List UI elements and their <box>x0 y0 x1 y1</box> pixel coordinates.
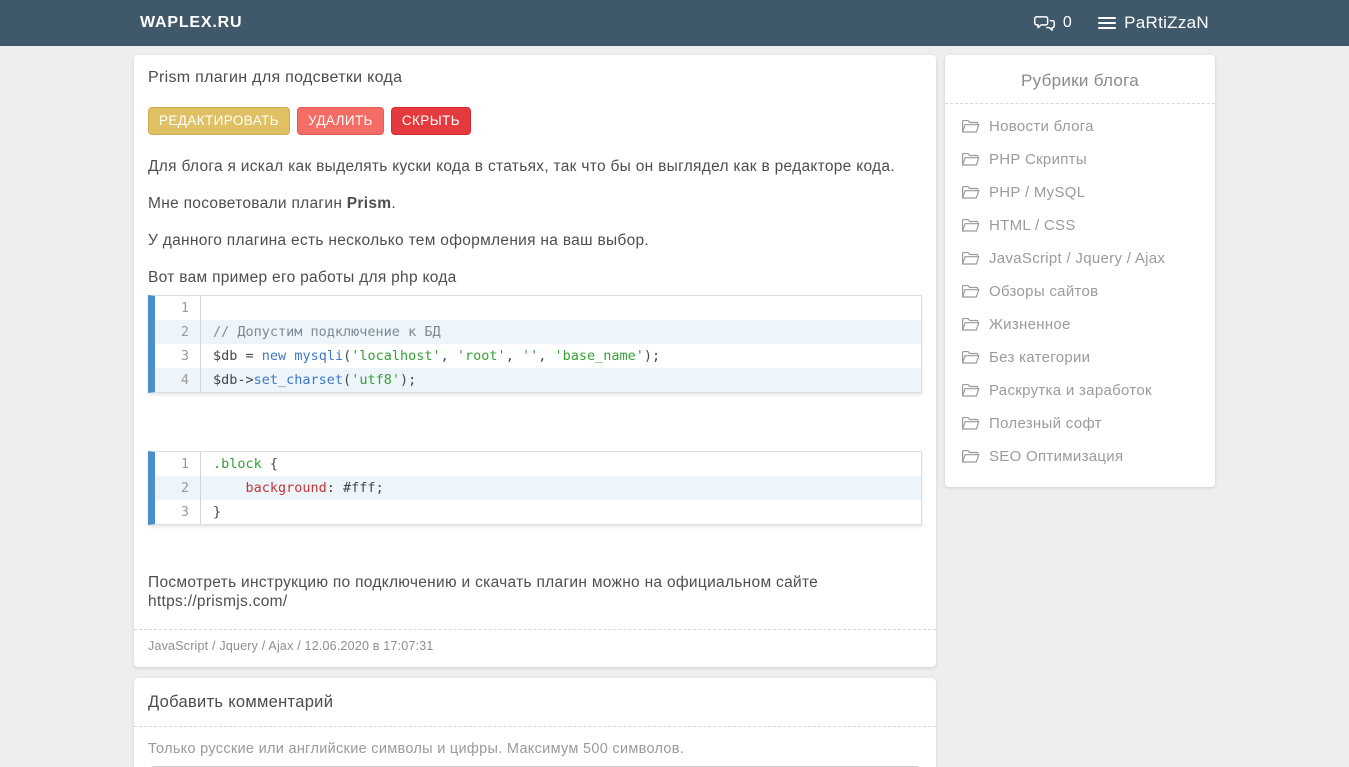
edit-button[interactable]: РЕДАКТИРОВАТЬ <box>148 107 290 135</box>
sidebar-category-item[interactable]: PHP / MySQL <box>961 176 1199 209</box>
line-number: 4 <box>155 368 201 392</box>
site-logo[interactable]: WAPLEX.RU <box>140 14 242 32</box>
post-meta: JavaScript / Jquery / Ajax / 12.06.2020 … <box>148 630 922 659</box>
prism-bold-text: Prism <box>347 195 392 212</box>
line-number: 2 <box>155 476 201 500</box>
line-number: 1 <box>155 296 201 320</box>
delete-button[interactable]: УДАЛИТЬ <box>297 107 384 135</box>
line-number: 1 <box>155 452 201 476</box>
sidebar-category-item[interactable]: JavaScript / Jquery / Ajax <box>961 242 1199 275</box>
folder-icon <box>961 350 980 365</box>
code-line: 3} <box>155 500 921 524</box>
category-label: Обзоры сайтов <box>989 283 1098 300</box>
code-line: 2 background: #fff; <box>155 476 921 500</box>
post-body: Для блога я искал как выделять куски код… <box>148 157 922 611</box>
php-code-block: 12// Допустим подключение к БД3$db = new… <box>148 295 922 393</box>
post-paragraph: Мне посоветовали плагин Prism. <box>148 194 922 213</box>
sidebar-category-item[interactable]: Полезный софт <box>961 407 1199 440</box>
sidebar-column: Рубрики блога Новости блога PHP Скрипты PH… <box>945 55 1215 487</box>
code-text: // Допустим подключение к БД <box>201 320 441 344</box>
code-text: } <box>201 500 221 524</box>
user-menu[interactable]: PaRtiZzaN <box>1098 13 1209 33</box>
category-label: Раскрутка и заработок <box>989 382 1152 399</box>
sidebar-category-item[interactable]: SEO Оптимизация <box>961 440 1199 473</box>
sidebar-category-list: Новости блога PHP Скрипты PHP / MySQL HTML … <box>961 104 1199 473</box>
username: PaRtiZzaN <box>1124 13 1209 33</box>
folder-icon <box>961 251 980 266</box>
line-number: 3 <box>155 344 201 368</box>
code-line: 1.block { <box>155 452 921 476</box>
post-paragraph: Для блога я искал как выделять куски код… <box>148 157 922 176</box>
code-text <box>201 296 213 320</box>
code-line: 3$db = new mysqli('localhost', 'root', '… <box>155 344 921 368</box>
navbar-right: 0 PaRtiZzaN <box>1034 13 1209 33</box>
code-text: .block { <box>201 452 278 476</box>
folder-icon <box>961 185 980 200</box>
code-line: 2// Допустим подключение к БД <box>155 320 921 344</box>
folder-icon <box>961 449 980 464</box>
sidebar-category-item[interactable]: PHP Скрипты <box>961 143 1199 176</box>
navbar: WAPLEX.RU 0 PaRtiZzaN <box>0 0 1349 46</box>
comments-count: 0 <box>1063 14 1072 32</box>
post-actions: РЕДАКТИРОВАТЬ УДАЛИТЬ СКРЫТЬ <box>148 107 922 135</box>
folder-icon <box>961 152 980 167</box>
main-column: Prism плагин для подсветки кода РЕДАКТИР… <box>134 55 936 767</box>
page-content: Prism плагин для подсветки кода РЕДАКТИР… <box>134 55 1215 767</box>
folder-icon <box>961 119 980 134</box>
code-text: background: #fff; <box>201 476 384 500</box>
chat-bubbles-icon <box>1034 14 1056 33</box>
sidebar-category-item[interactable]: Без категории <box>961 341 1199 374</box>
category-label: Полезный софт <box>989 415 1102 432</box>
code-line: 1 <box>155 296 921 320</box>
line-number: 2 <box>155 320 201 344</box>
sidebar-category-item[interactable]: Новости блога <box>961 110 1199 143</box>
category-label: PHP Скрипты <box>989 151 1087 168</box>
category-label: Жизненное <box>989 316 1071 333</box>
sidebar-category-item[interactable]: HTML / CSS <box>961 209 1199 242</box>
category-label: PHP / MySQL <box>989 184 1085 201</box>
post-title: Prism плагин для подсветки кода <box>148 69 922 87</box>
code-text: $db->set_charset('utf8'); <box>201 368 416 392</box>
sidebar-category-item[interactable]: Раскрутка и заработок <box>961 374 1199 407</box>
post-paragraph: Вот вам пример его работы для php кода <box>148 268 922 287</box>
category-label: JavaScript / Jquery / Ajax <box>989 250 1165 267</box>
post-paragraph: У данного плагина есть несколько тем офо… <box>148 231 922 250</box>
sidebar-title: Рубрики блога <box>961 71 1199 91</box>
category-label: SEO Оптимизация <box>989 448 1123 465</box>
hamburger-icon <box>1098 14 1116 32</box>
code-line: 4$db->set_charset('utf8'); <box>155 368 921 392</box>
comment-form-title: Добавить комментарий <box>148 693 922 712</box>
sidebar-category-item[interactable]: Обзоры сайтов <box>961 275 1199 308</box>
category-label: Новости блога <box>989 118 1094 135</box>
blog-categories-card: Рубрики блога Новости блога PHP Скрипты PH… <box>945 55 1215 487</box>
comment-hint: Только русские или английские символы и … <box>148 741 922 757</box>
css-code-block: 1.block {2 background: #fff;3} <box>148 451 922 525</box>
comment-form-card: Добавить комментарий Только русские или … <box>134 678 936 767</box>
code-text: $db = new mysqli('localhost', 'root', ''… <box>201 344 660 368</box>
category-label: HTML / CSS <box>989 217 1076 234</box>
comments-counter[interactable]: 0 <box>1034 14 1072 33</box>
category-label: Без категории <box>989 349 1090 366</box>
folder-icon <box>961 218 980 233</box>
post-paragraph: Посмотреть инструкцию по подключению и с… <box>148 573 922 611</box>
folder-icon <box>961 284 980 299</box>
folder-icon <box>961 383 980 398</box>
folder-icon <box>961 416 980 431</box>
post-card: Prism плагин для подсветки кода РЕДАКТИР… <box>134 55 936 667</box>
hide-button[interactable]: СКРЫТЬ <box>391 107 471 135</box>
comment-form-divider <box>134 726 936 727</box>
line-number: 3 <box>155 500 201 524</box>
folder-icon <box>961 317 980 332</box>
sidebar-category-item[interactable]: Жизненное <box>961 308 1199 341</box>
